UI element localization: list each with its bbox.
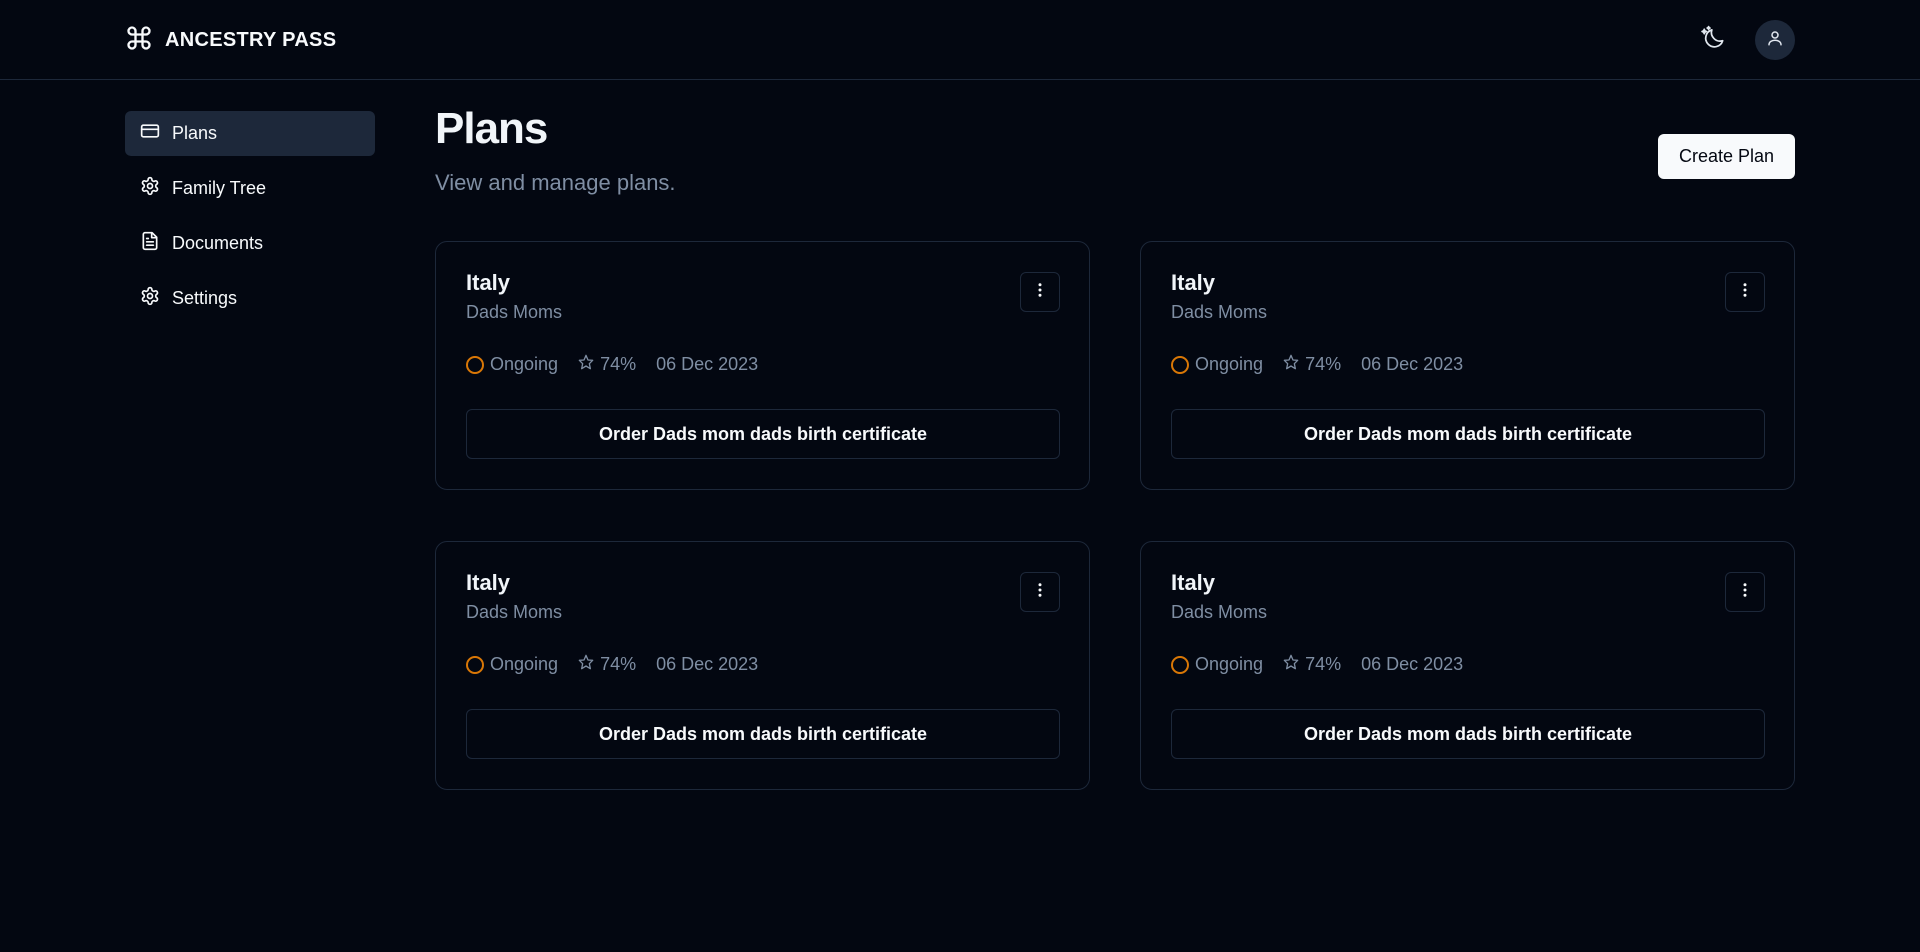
star-icon <box>578 354 594 375</box>
plan-status-label: Ongoing <box>1195 654 1264 674</box>
status-circle-icon <box>1171 655 1189 674</box>
gear-icon <box>140 176 160 201</box>
sidebar-item-settings[interactable]: Settings <box>125 276 375 321</box>
moon-stars-icon <box>1701 25 1727 56</box>
document-icon <box>140 231 160 256</box>
brand-name: ANCESTRY PASS <box>165 28 337 51</box>
plan-status: Ongoing <box>1171 354 1263 375</box>
sidebar-item-label: Family Tree <box>172 178 267 198</box>
more-vertical-icon <box>1031 281 1049 304</box>
plan-meta: Ongoing 74% 06 Dec 2023 <box>1171 354 1483 375</box>
plan-subtitle: Dads Moms <box>1171 302 1268 322</box>
plan-score: 74% <box>1283 354 1341 375</box>
plan-score-value: 74% <box>600 654 637 674</box>
plan-title: Italy <box>1171 270 1216 295</box>
plan-score-value: 74% <box>1305 654 1342 674</box>
create-plan-button[interactable]: Create Plan <box>1658 134 1795 179</box>
status-circle-icon <box>466 355 484 374</box>
sidebar: Plans Family Tree Documents Settings <box>125 111 375 331</box>
gear-icon <box>140 286 160 311</box>
plan-task-button[interactable]: Order Dads mom dads birth certificate <box>466 709 1060 759</box>
status-circle-icon <box>1171 355 1189 374</box>
plan-subtitle: Dads Moms <box>466 302 563 322</box>
plan-score-value: 74% <box>1305 354 1342 374</box>
star-icon <box>1283 654 1299 675</box>
plan-meta: Ongoing 74% 06 Dec 2023 <box>1171 654 1483 675</box>
plan-options-button[interactable] <box>1020 572 1060 612</box>
theme-toggle-button[interactable] <box>1694 20 1734 60</box>
sidebar-item-documents[interactable]: Documents <box>125 221 375 266</box>
sidebar-item-label: Plans <box>172 123 218 143</box>
plan-options-button[interactable] <box>1020 272 1060 312</box>
more-vertical-icon <box>1736 281 1754 304</box>
plan-score-value: 74% <box>600 354 637 374</box>
plan-status: Ongoing <box>1171 654 1263 675</box>
page-subtitle: View and manage plans. <box>435 170 676 195</box>
plan-date: 06 Dec 2023 <box>1361 354 1464 374</box>
plan-card[interactable]: Italy Dads Moms Ongoing 74% 06 Dec 2023 … <box>435 541 1090 790</box>
page-title: Plans <box>435 104 548 153</box>
plan-task-button[interactable]: Order Dads mom dads birth certificate <box>466 409 1060 459</box>
plan-status-label: Ongoing <box>490 354 559 374</box>
plan-score: 74% <box>1283 654 1341 675</box>
sidebar-item-label: Documents <box>172 233 264 253</box>
plan-options-button[interactable] <box>1725 572 1765 612</box>
plan-title: Italy <box>466 270 511 295</box>
sidebar-item-plans[interactable]: Plans <box>125 111 375 156</box>
plan-date: 06 Dec 2023 <box>656 654 759 674</box>
command-icon <box>125 24 153 57</box>
more-vertical-icon <box>1031 581 1049 604</box>
user-menu-button[interactable] <box>1755 20 1795 60</box>
plan-title: Italy <box>466 570 511 595</box>
plan-subtitle: Dads Moms <box>1171 602 1268 622</box>
top-header: ANCESTRY PASS <box>0 0 1920 80</box>
brand[interactable]: ANCESTRY PASS <box>125 24 336 56</box>
plan-task-button[interactable]: Order Dads mom dads birth certificate <box>1171 709 1765 759</box>
plan-status: Ongoing <box>466 654 558 675</box>
plan-score: 74% <box>578 654 636 675</box>
status-circle-icon <box>466 655 484 674</box>
plan-meta: Ongoing 74% 06 Dec 2023 <box>466 354 778 375</box>
plan-card[interactable]: Italy Dads Moms Ongoing 74% 06 Dec 2023 … <box>435 241 1090 490</box>
plan-status-label: Ongoing <box>1195 354 1264 374</box>
plan-score: 74% <box>578 354 636 375</box>
plan-subtitle: Dads Moms <box>466 602 563 622</box>
plan-options-button[interactable] <box>1725 272 1765 312</box>
star-icon <box>1283 354 1299 375</box>
plan-date: 06 Dec 2023 <box>656 354 759 374</box>
star-icon <box>578 654 594 675</box>
plan-card[interactable]: Italy Dads Moms Ongoing 74% 06 Dec 2023 … <box>1140 241 1795 490</box>
sidebar-item-family-tree[interactable]: Family Tree <box>125 166 375 211</box>
credit-card-icon <box>140 121 160 146</box>
user-icon <box>1766 29 1784 52</box>
more-vertical-icon <box>1736 581 1754 604</box>
plan-status-label: Ongoing <box>490 654 559 674</box>
plan-card[interactable]: Italy Dads Moms Ongoing 74% 06 Dec 2023 … <box>1140 541 1795 790</box>
plan-status: Ongoing <box>466 354 558 375</box>
plan-title: Italy <box>1171 570 1216 595</box>
plan-meta: Ongoing 74% 06 Dec 2023 <box>466 654 778 675</box>
sidebar-item-label: Settings <box>172 288 238 308</box>
plan-task-button[interactable]: Order Dads mom dads birth certificate <box>1171 409 1765 459</box>
plan-date: 06 Dec 2023 <box>1361 654 1464 674</box>
